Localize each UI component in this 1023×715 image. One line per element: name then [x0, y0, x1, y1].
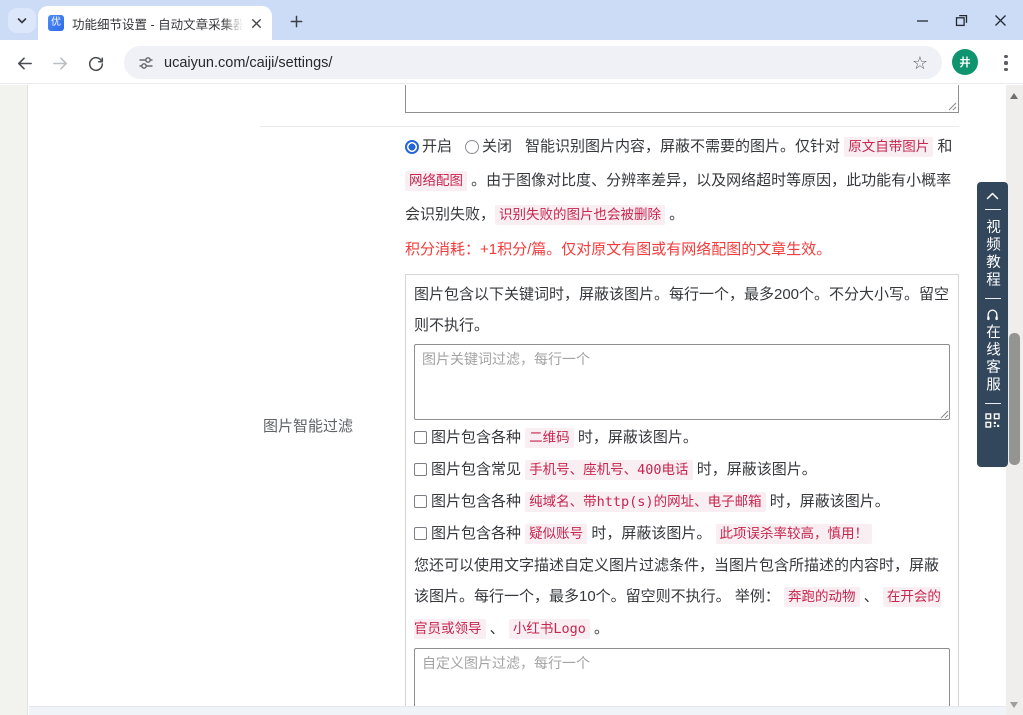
video-tutorial-button[interactable]: 视频教程 — [982, 219, 1003, 289]
credit-cost-note: 积分消耗：+1积分/篇。仅对原文有图或有网络配图的文章生效。 — [405, 234, 959, 265]
browser-tab[interactable]: 优 功能细节设置 - 自动文章采集器 — [38, 6, 272, 40]
online-service-button[interactable]: 在线客服 — [982, 324, 1003, 394]
url-text[interactable]: ucaiyun.com/caiji/settings/ — [164, 55, 912, 71]
browser-toolbar: ucaiyun.com/caiji/settings/ ☆ 井 — [0, 40, 1023, 84]
checkbox-qrcode[interactable] — [414, 431, 427, 444]
back-arrow-icon — [15, 54, 34, 73]
checkbox-account[interactable] — [414, 527, 427, 540]
tab-close-icon[interactable] — [249, 16, 264, 31]
minimize-icon[interactable] — [914, 12, 931, 29]
checkbox-row-url-email[interactable]: 图片包含各种 纯域名、带http(s)的网址、电子邮箱 时，屏蔽该图片。 — [414, 486, 950, 518]
site-info-tune-icon[interactable] — [138, 55, 154, 71]
page-content: 图片智能过滤 开启关闭智能识别图片内容，屏蔽不需要的图片。仅针对 原文自带图片 … — [0, 85, 1023, 715]
panel-divider — [985, 209, 1001, 210]
browser-window: 优 功能细节设置 - 自动文章采集器 — [0, 0, 1023, 715]
new-tab-button[interactable] — [282, 8, 310, 34]
next-row-edge — [29, 706, 1006, 715]
radio-enable-label[interactable]: 开启 — [422, 138, 452, 155]
address-bar[interactable]: ucaiyun.com/caiji/settings/ ☆ — [124, 46, 942, 79]
smart-filter-intro: 开启关闭智能识别图片内容，屏蔽不需要的图片。仅针对 原文自带图片 和 网络配图 … — [405, 130, 959, 232]
plus-icon — [289, 14, 304, 29]
radio-disable-label[interactable]: 关闭 — [482, 138, 512, 155]
window-controls — [914, 0, 1017, 40]
close-icon[interactable] — [992, 12, 1009, 29]
image-filter-settings: 开启关闭智能识别图片内容，屏蔽不需要的图片。仅针对 原文自带图片 和 网络配图 … — [405, 130, 959, 715]
highlight-original-images: 原文自带图片 — [844, 137, 933, 157]
radio-disable[interactable] — [465, 140, 479, 154]
resize-handle-icon[interactable] — [940, 410, 949, 419]
site-favicon-icon: 优 — [48, 15, 64, 31]
checkbox-url-email[interactable] — [414, 495, 427, 508]
row-label: 图片智能过滤 — [263, 415, 353, 436]
scrollbar[interactable] — [1006, 85, 1023, 715]
resize-handle-icon[interactable] — [948, 102, 957, 111]
highlight-failed-deleted: 识别失败的图片也会被删除 — [495, 205, 665, 225]
checkbox-row-account[interactable]: 图片包含各种 疑似账号 时，屏蔽该图片。 此项误杀率较高，慎用！ — [414, 518, 950, 550]
headset-icon[interactable] — [985, 308, 1000, 321]
scroll-up-arrow-icon[interactable] — [1010, 93, 1018, 99]
qrcode-icon[interactable] — [985, 413, 1000, 428]
reload-icon — [87, 54, 105, 72]
scroll-down-arrow-icon[interactable] — [1010, 702, 1018, 708]
panel-divider — [985, 298, 1001, 299]
custom-filter-textarea[interactable] — [414, 648, 950, 715]
highlight-web-images: 网络配图 — [405, 171, 467, 191]
tab-title: 功能细节设置 - 自动文章采集器 — [72, 14, 243, 33]
forward-button[interactable] — [47, 50, 73, 76]
browser-menu-button[interactable] — [996, 50, 1016, 76]
floating-side-panel: 视频教程 在线客服 — [977, 182, 1008, 467]
scrollbar-thumb[interactable] — [1009, 333, 1020, 465]
checkbox-phone[interactable] — [414, 463, 427, 476]
radio-enable[interactable] — [405, 140, 419, 154]
restore-icon[interactable] — [953, 12, 970, 29]
profile-avatar[interactable]: 井 — [952, 49, 978, 75]
bookmark-star-icon[interactable]: ☆ — [912, 54, 928, 72]
filter-options-box: 图片包含以下关键词时，屏蔽该图片。每行一个，最多200个。不分大小写。留空则不执… — [405, 274, 959, 715]
chevron-down-icon — [15, 14, 29, 28]
tab-bar: 优 功能细节设置 - 自动文章采集器 — [0, 0, 1023, 40]
checkbox-row-qrcode[interactable]: 图片包含各种 二维码 时，屏蔽该图片。 — [414, 422, 950, 454]
custom-filter-note: 您还可以使用文字描述自定义图片过滤条件，当图片包含所描述的内容时，屏蔽该图片。每… — [414, 550, 950, 645]
row-divider — [260, 126, 959, 127]
previous-row-textarea[interactable] — [405, 85, 959, 113]
back-to-top-chevron-up-icon[interactable] — [986, 192, 999, 200]
checkbox-row-phone[interactable]: 图片包含常见 手机号、座机号、400电话 时，屏蔽该图片。 — [414, 454, 950, 486]
intro-text: 智能识别图片内容，屏蔽不需要的图片。仅针对 — [525, 138, 844, 155]
tab-search-button[interactable] — [8, 8, 36, 33]
keyword-filter-note: 图片包含以下关键词时，屏蔽该图片。每行一个，最多200个。不分大小写。留空则不执… — [414, 279, 950, 341]
warn-high-false-positive: 此项误杀率较高，慎用！ — [716, 524, 873, 544]
reload-button[interactable] — [83, 50, 109, 76]
page-left-margin — [0, 85, 28, 715]
forward-arrow-icon — [51, 54, 70, 73]
keyword-filter-textarea[interactable] — [414, 344, 950, 420]
back-button[interactable] — [11, 50, 37, 76]
panel-divider — [985, 403, 1001, 404]
